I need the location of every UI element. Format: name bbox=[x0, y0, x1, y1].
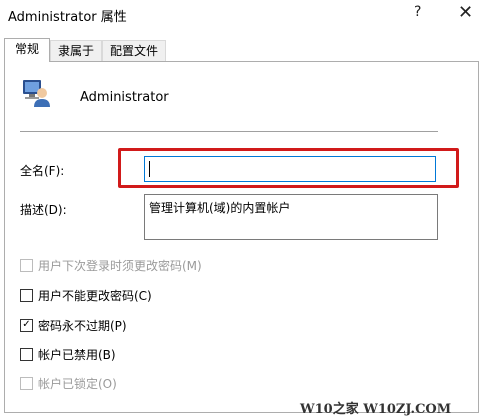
checkbox-box[interactable]: ✓ bbox=[20, 318, 33, 332]
highlight-frame bbox=[118, 148, 459, 188]
window-title: Administrator 属性 bbox=[8, 10, 127, 25]
checkbox-label: 用户不能更改密码(C) bbox=[38, 288, 152, 303]
checkbox-account-locked[interactable]: 帐户已锁定(O) bbox=[20, 375, 117, 391]
description-input[interactable]: 管理计算机(域)的内置帐户 bbox=[144, 194, 438, 240]
site-watermark: W10之家 W10ZJ.COM bbox=[300, 402, 452, 417]
checkbox-account-disabled[interactable]: 帐户已禁用(B) bbox=[20, 346, 116, 362]
checkmark-icon: ✓ bbox=[22, 319, 31, 330]
separator bbox=[20, 131, 438, 132]
checkbox-cannot-change-password[interactable]: 用户不能更改密码(C) bbox=[20, 287, 152, 303]
description-label: 描述(D): bbox=[20, 203, 67, 217]
help-button[interactable]: ? bbox=[414, 4, 421, 20]
checkbox-label: 帐户已禁用(B) bbox=[38, 347, 116, 362]
checkbox-password-never-expires[interactable]: ✓ 密码永不过期(P) bbox=[20, 317, 127, 333]
tab-general[interactable]: 常规 bbox=[4, 38, 50, 62]
tab-member-of[interactable]: 隶属于 bbox=[50, 40, 102, 61]
close-button[interactable]: ✕ bbox=[458, 2, 473, 23]
checkbox-box[interactable] bbox=[20, 258, 33, 272]
title-bar: Administrator 属性 ? ✕ bbox=[0, 0, 483, 30]
checkbox-box[interactable] bbox=[20, 288, 33, 302]
user-name: Administrator bbox=[80, 90, 169, 105]
checkbox-label: 用户下次登录时须更改密码(M) bbox=[38, 258, 202, 273]
checkbox-label: 密码永不过期(P) bbox=[38, 318, 127, 333]
fullname-label: 全名(F): bbox=[20, 164, 65, 178]
checkbox-must-change-password[interactable]: 用户下次登录时须更改密码(M) bbox=[20, 257, 202, 273]
user-account-icon bbox=[20, 77, 52, 109]
checkbox-label: 帐户已锁定(O) bbox=[38, 376, 117, 391]
checkbox-box[interactable] bbox=[20, 347, 33, 361]
tab-profile[interactable]: 配置文件 bbox=[102, 40, 166, 61]
checkbox-box[interactable] bbox=[20, 376, 33, 390]
description-value: 管理计算机(域)的内置帐户 bbox=[149, 201, 291, 215]
